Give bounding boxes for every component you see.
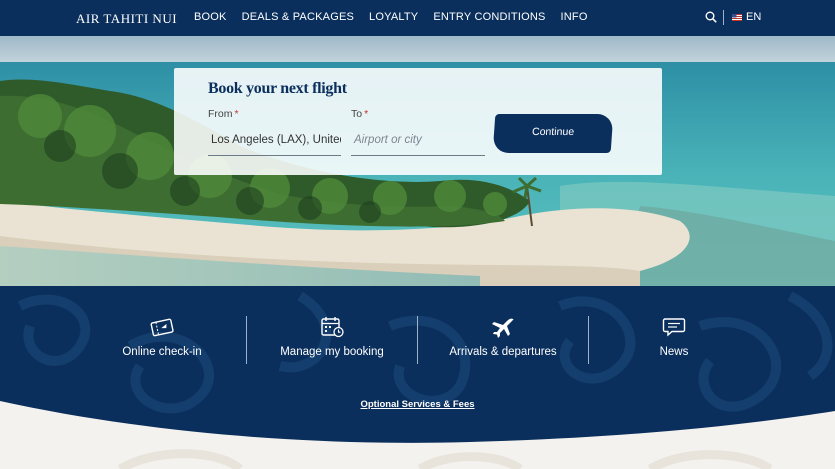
chat-bubble-icon [662,318,686,337]
quick-link-label: Arrivals & departures [449,346,557,358]
quick-link-divider [417,316,418,364]
to-label: To * [351,108,368,120]
quick-link-divider [588,316,589,364]
quick-link-online-checkin[interactable]: Online check-in [108,316,216,368]
airplane-icon [492,318,514,338]
nav-item-loyalty[interactable]: LOYALTY [369,11,418,23]
quick-links-band: Online check-in Manage my booking Arriva… [0,286,835,469]
from-label-text: From [208,108,233,120]
band-background [0,286,835,469]
language-selector[interactable]: EN [746,11,761,23]
ticket-icon [150,318,174,337]
page: AIR TAHITI NUI BOOK DEALS & PACKAGES LOY… [0,0,835,469]
continue-button[interactable]: Continue [492,114,614,153]
from-label: From * [208,108,239,120]
to-input[interactable]: Airport or city [351,128,485,156]
from-input[interactable]: Los Angeles (LAX), United States [208,128,341,156]
quick-link-label: Manage my booking [280,346,384,358]
quick-link-label: News [659,346,689,358]
us-flag-icon[interactable] [732,14,742,21]
booking-form-card: Book your next flight From * Los Angeles … [174,68,662,175]
main-menu: BOOK DEALS & PACKAGES LOYALTY ENTRY COND… [194,11,588,23]
quick-link-manage-booking[interactable]: Manage my booking [272,316,392,368]
nav-item-deals-packages[interactable]: DEALS & PACKAGES [242,11,354,23]
optional-services-row: Optional Services & Fees [0,394,835,412]
air-tahiti-nui-logo[interactable]: AIR TAHITI NUI [76,11,177,27]
optional-services-link[interactable]: Optional Services & Fees [360,399,474,410]
booking-title: Book your next flight [208,80,347,97]
required-asterisk: * [234,108,239,120]
nav-divider [723,10,724,25]
top-navigation: AIR TAHITI NUI BOOK DEALS & PACKAGES LOY… [0,0,835,36]
quick-link-label: Online check-in [122,346,202,358]
to-label-text: To [351,108,363,120]
required-asterisk: * [364,108,369,120]
nav-item-book[interactable]: BOOK [194,11,227,23]
quick-link-news[interactable]: News [634,316,714,368]
nav-item-entry-conditions[interactable]: ENTRY CONDITIONS [433,11,545,23]
quick-link-arrivals-departures[interactable]: Arrivals & departures [440,316,566,368]
quick-link-divider [246,316,247,364]
search-icon[interactable] [705,11,717,23]
nav-item-info[interactable]: INFO [561,11,588,23]
calendar-clock-icon [321,317,344,338]
